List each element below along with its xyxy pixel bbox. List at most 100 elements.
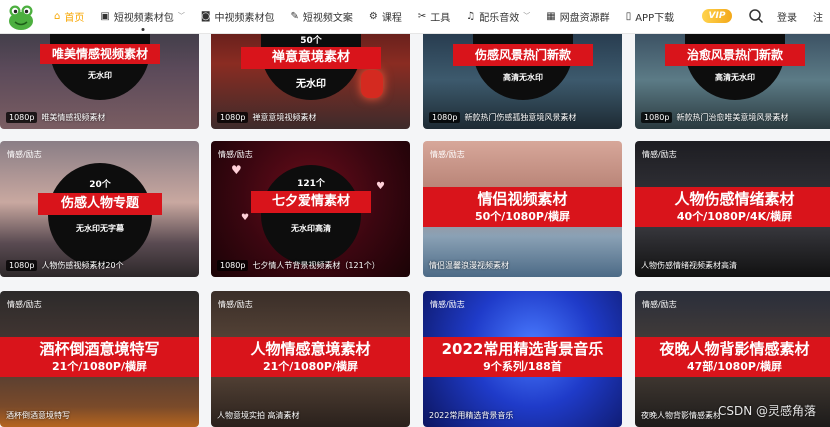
material-card[interactable]: 情感/励志 ♥ ♥ ♥ 121个 七夕爱情素材 无水印高清 1080p 七夕情人节… xyxy=(211,141,410,277)
nav-label: 网盘资源群 xyxy=(559,13,610,24)
banner-subtitle: 40个/1080P/4K/横屏 xyxy=(676,210,793,223)
frog-logo[interactable] xyxy=(6,2,36,32)
card-title: 情侣温馨浪漫视频素材 xyxy=(429,261,509,270)
title-banner: 酒杯倒酒意境特写 21个/1080P/横屏 xyxy=(0,337,199,377)
card-title: 夜晚人物背影情感素材 xyxy=(641,411,721,420)
card-title: 人物意境实拍 高清素材 xyxy=(217,411,300,420)
badge-top: 50个 xyxy=(300,36,322,46)
badge-title: 七夕爱情素材 xyxy=(251,191,371,213)
category-tag: 情感/励志 xyxy=(642,300,677,309)
badge-top: 121个 xyxy=(297,179,325,189)
register-link[interactable]: 注 xyxy=(813,9,823,24)
resolution-badge: 1080p xyxy=(6,260,38,271)
banner-subtitle: 50个/1080P/横屏 xyxy=(474,210,571,223)
circle-badge xyxy=(50,30,150,100)
video-icon: ▣ xyxy=(100,10,110,22)
card-caption: 人物伤感情绪视频素材高清 xyxy=(641,260,737,271)
nav-label: 工具 xyxy=(430,13,451,24)
pen-icon: ✎ xyxy=(290,10,299,22)
nav-app-download[interactable]: ▯ APP下载 xyxy=(618,0,682,34)
card-title: 2022常用精选背景音乐 xyxy=(429,411,514,420)
banner-title: 情侣视频素材 xyxy=(477,190,568,208)
card-caption: 1080p 禅意意境视频素材 xyxy=(217,112,316,123)
vip-badge[interactable]: VIP xyxy=(702,9,732,23)
banner-title: 夜晚人物背影情感素材 xyxy=(659,340,810,358)
badge-sub: 高清无水印 xyxy=(503,73,543,82)
badge-top: 20个 xyxy=(89,180,111,190)
category-tag: 情感/励志 xyxy=(430,150,465,159)
resolution-badge: 1080p xyxy=(217,260,249,271)
category-tag: 情感/励志 xyxy=(218,150,253,159)
banner-title: 人物伤感情绪素材 xyxy=(674,190,795,208)
nav-tools[interactable]: ✂ 工具 xyxy=(410,0,458,34)
category-tag: 情感/励志 xyxy=(7,150,42,159)
card-caption: 1080p 七夕情人节背景视频素材（121个） xyxy=(217,260,380,271)
card-title: 人物伤感视频素材20个 xyxy=(41,261,124,270)
main-nav: ⌂ 首页 ▣ 短视频素材包 ﹀ ◙ 中视频素材包 ✎ 短视频文案 ⚙ 课程 ✂ … xyxy=(46,0,682,34)
title-banner: 2022常用精选背景音乐 9个系列/188首 xyxy=(423,337,622,377)
nav-courses[interactable]: ⚙ 课程 xyxy=(361,0,410,34)
material-card[interactable]: 50个 禅意意境素材 无水印 1080p 禅意意境视频素材 xyxy=(211,20,410,129)
card-caption: 人物意境实拍 高清素材 xyxy=(217,410,300,421)
lantern-decoration xyxy=(361,70,383,98)
camera-icon: ◙ xyxy=(200,10,211,22)
material-card[interactable]: 唯美情感视频素材 无水印 1080p 唯美情感视频素材 xyxy=(0,20,199,129)
badge-sub: 高清无水印 xyxy=(715,73,755,82)
chevron-down-icon: ﹀ xyxy=(523,12,531,20)
tool-icon: ✂ xyxy=(417,10,427,22)
nav-label: APP下载 xyxy=(635,13,675,24)
csdn-watermark: CSDN @灵感角落 xyxy=(717,404,816,418)
login-link[interactable]: 登录 xyxy=(777,9,797,24)
category-tag: 情感/励志 xyxy=(7,300,42,309)
material-card[interactable]: 治愈风景热门新款 高清无水印 1080p 新款热门治愈唯美意境风景素材 xyxy=(635,20,830,129)
material-card[interactable]: 情感/励志 人物情感意境素材 21个/1080P/横屏 人物意境实拍 高清素材 xyxy=(211,291,410,427)
card-title: 禅意意境视频素材 xyxy=(252,113,317,122)
badge-title: 伤感人物专题 xyxy=(38,193,162,215)
badge-sub: 无水印高清 xyxy=(291,224,331,233)
nav-label: 短视频文案 xyxy=(302,13,353,24)
badge-title: 治愈风景热门新款 xyxy=(665,44,805,66)
nav-short-video-copy[interactable]: ✎ 短视频文案 xyxy=(283,0,361,34)
title-banner: 人物情感意境素材 21个/1080P/横屏 xyxy=(211,337,410,377)
material-card[interactable]: 情感/励志 情侣视频素材 50个/1080P/横屏 情侣温馨浪漫视频素材 xyxy=(423,141,622,277)
material-card[interactable]: 情感/励志 人物伤感情绪素材 40个/1080P/4K/横屏 人物伤感情绪视频素… xyxy=(635,141,830,277)
title-banner: 夜晚人物背影情感素材 47部/1080P/横屏 xyxy=(635,337,830,377)
nav-mid-video-packs[interactable]: ◙ 中视频素材包 xyxy=(193,0,283,34)
card-caption: 夜晚人物背影情感素材 xyxy=(641,410,721,421)
nav-netdisk-group[interactable]: ▦ 网盘资源群 xyxy=(538,0,617,34)
card-caption: 1080p 新款热门伤感孤独意境风景素材 xyxy=(429,112,576,123)
badge-title: 禅意意境素材 xyxy=(241,47,381,69)
badge-sub: 无水印无字幕 xyxy=(76,224,124,233)
card-title: 新款热门伤感孤独意境风景素材 xyxy=(464,113,577,122)
material-card[interactable]: 情感/励志 20个 伤感人物专题 无水印无字幕 1080p 人物伤感视频素材20个 xyxy=(0,141,199,277)
card-title: 酒杯倒酒意境特写 xyxy=(6,411,70,420)
banner-subtitle: 21个/1080P/横屏 xyxy=(51,360,148,373)
nav-music-sfx[interactable]: ♫ 配乐音效 ﹀ xyxy=(458,0,538,34)
search-icon[interactable] xyxy=(748,8,764,24)
nav-short-video-packs[interactable]: ▣ 短视频素材包 ﹀ xyxy=(92,0,192,34)
badge-title: 伤感风景热门新款 xyxy=(453,44,593,66)
heart-icon: ♥ xyxy=(231,163,242,177)
nav-home[interactable]: ⌂ 首页 xyxy=(46,0,92,34)
card-caption: 2022常用精选背景音乐 xyxy=(429,410,513,421)
badge-title: 唯美情感视频素材 xyxy=(40,44,160,64)
nav-label: 首页 xyxy=(64,13,85,24)
chevron-down-icon: ﹀ xyxy=(177,12,185,20)
badge-sub: 无水印 xyxy=(88,71,112,80)
card-caption: 酒杯倒酒意境特写 xyxy=(6,410,70,421)
banner-title: 2022常用精选背景音乐 xyxy=(441,340,604,358)
nav-label: 课程 xyxy=(381,13,402,24)
active-dot xyxy=(141,27,145,31)
card-title: 七夕情人节背景视频素材（121个） xyxy=(252,261,380,270)
card-title: 人物伤感情绪视频素材高清 xyxy=(641,261,737,270)
category-tag: 情感/励志 xyxy=(642,150,677,159)
material-card[interactable]: 伤感风景热门新款 高清无水印 1080p 新款热门伤感孤独意境风景素材 xyxy=(423,20,622,129)
card-caption: 情侣温馨浪漫视频素材 xyxy=(429,260,509,271)
banner-subtitle: 9个系列/188首 xyxy=(483,360,562,373)
title-banner: 情侣视频素材 50个/1080P/横屏 xyxy=(423,187,622,227)
material-card[interactable]: 情感/励志 2022常用精选背景音乐 9个系列/188首 2022常用精选背景音… xyxy=(423,291,622,427)
material-card[interactable]: 情感/励志 酒杯倒酒意境特写 21个/1080P/横屏 酒杯倒酒意境特写 xyxy=(0,291,199,427)
heart-icon: ♥ xyxy=(241,213,250,223)
title-banner: 人物伤感情绪素材 40个/1080P/4K/横屏 xyxy=(635,187,830,227)
resolution-badge: 1080p xyxy=(217,112,249,123)
